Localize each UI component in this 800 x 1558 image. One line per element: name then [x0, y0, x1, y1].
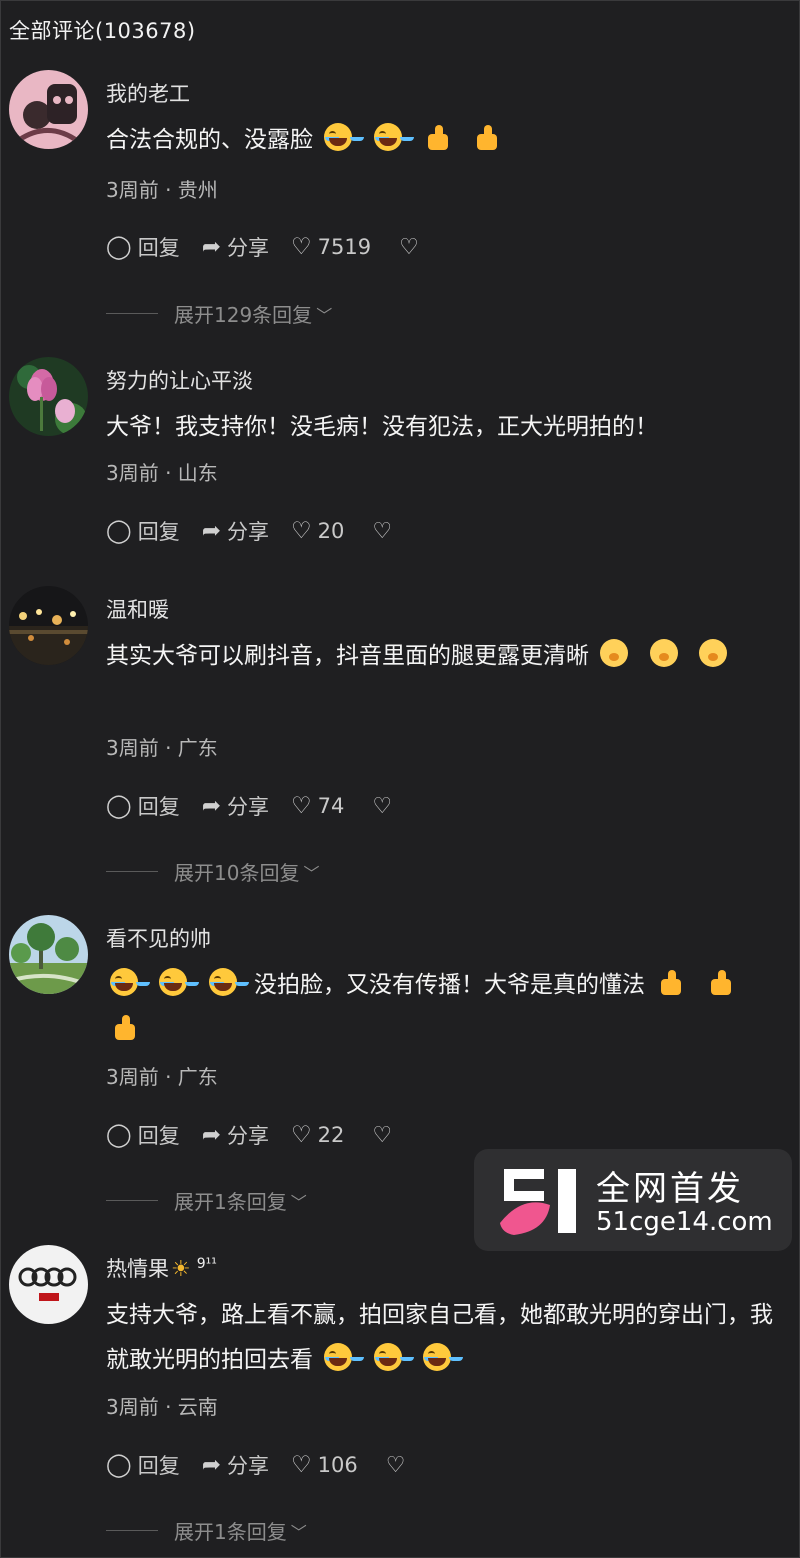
reply-button[interactable]: ◯ 回复 [106, 1120, 180, 1150]
heart-icon: ♡ [291, 518, 312, 544]
share-arrow-icon: ➦ [201, 234, 222, 260]
avatar[interactable] [9, 915, 88, 994]
reply-button[interactable]: ◯ 回复 [106, 516, 180, 546]
expand-replies[interactable]: 展开1条回复 ﹀ [106, 1516, 307, 1545]
expand-replies[interactable]: 展开10条回复 ﹀ [106, 857, 319, 886]
shy-face-emoji-icon [649, 639, 678, 667]
chevron-down-icon: ﹀ [290, 1522, 307, 1542]
comment-bubble-icon: ◯ [106, 793, 132, 819]
user-level-badge: 9¹¹ [196, 1256, 217, 1272]
comment-meta: 3周前 · 广东 [106, 736, 218, 760]
share-button[interactable]: ➦ 分享 [202, 791, 269, 821]
expand-replies[interactable]: 展开1条回复 ﹀ [106, 1186, 307, 1215]
thumbs-up-emoji-icon [423, 123, 451, 151]
share-button[interactable]: ➦ 分享 [202, 516, 269, 546]
reply-button[interactable]: ◯ 回复 [106, 232, 180, 262]
watermark-title: 全网首发 [596, 1169, 744, 1209]
share-arrow-icon: ➦ [201, 1122, 222, 1148]
share-button[interactable]: ➦ 分享 [202, 1120, 269, 1150]
share-arrow-icon: ➦ [201, 518, 222, 544]
comment-meta: 3周前 · 广东 [106, 1065, 218, 1089]
expand-replies[interactable]: 展开129条回复 ﹀ [106, 299, 332, 328]
broken-heart-icon[interactable]: ♡ [372, 1123, 392, 1148]
divider [106, 313, 158, 314]
comment-meta: 3周前 · 贵州 [106, 178, 218, 202]
reply-button[interactable]: ◯ 回复 [106, 1450, 180, 1480]
avatar[interactable] [9, 1245, 88, 1324]
site-logo-icon [500, 1169, 576, 1235]
comments-header: 全部评论(103678) [9, 19, 196, 43]
username[interactable]: 热情果☀ 9¹¹ [106, 1253, 217, 1283]
laughing-crying-emoji-icon [373, 1343, 402, 1371]
like-button[interactable]: ♡ 106 [291, 1452, 358, 1478]
username[interactable]: 温和暖 [106, 594, 169, 624]
comment-text: 其实大爷可以刷抖音，抖音里面的腿更露更清晰 [106, 634, 776, 679]
divider [106, 871, 158, 872]
broken-heart-icon[interactable]: ♡ [372, 794, 392, 819]
avatar[interactable] [9, 586, 88, 665]
watermark-url: 51cge14.com [596, 1207, 773, 1237]
heart-icon: ♡ [291, 1452, 312, 1478]
broken-heart-icon[interactable]: ♡ [399, 235, 419, 260]
comment-meta: 3周前 · 山东 [106, 461, 218, 485]
thumbs-up-emoji-icon [110, 1013, 138, 1041]
avatar[interactable] [9, 357, 88, 436]
comment-bubble-icon: ◯ [106, 1452, 132, 1478]
laughing-crying-emoji-icon [373, 123, 402, 151]
comment-actions: ◯ 回复 ➦ 分享 ♡ 106 ♡ [106, 1448, 405, 1482]
comment-bubble-icon: ◯ [106, 234, 132, 260]
broken-heart-icon[interactable]: ♡ [386, 1453, 406, 1478]
comment-text: 大爷！我支持你！没毛病！没有犯法，正大光明拍的！ [106, 414, 658, 440]
comments-panel: 全部评论(103678) 我的老工 合法合规的、没露脸 3周前 · 贵州 ◯ 回… [0, 0, 800, 1558]
comment-bubble-icon: ◯ [106, 518, 132, 544]
thumbs-up-emoji-icon [706, 968, 734, 996]
share-button[interactable]: ➦ 分享 [202, 1450, 269, 1480]
thumbs-up-emoji-icon [472, 123, 500, 151]
avatar[interactable] [9, 70, 88, 149]
chevron-down-icon: ﹀ [316, 305, 333, 325]
sun-icon: ☀ [171, 1257, 191, 1282]
laughing-crying-emoji-icon [324, 1343, 353, 1371]
username[interactable]: 我的老工 [106, 78, 190, 108]
share-button[interactable]: ➦ 分享 [202, 232, 269, 262]
reply-button[interactable]: ◯ 回复 [106, 791, 180, 821]
heart-icon: ♡ [291, 793, 312, 819]
comment-text: 没拍脸，又没有传播！大爷是真的懂法 [106, 963, 776, 1053]
comment-text: 支持大爷，路上看不赢，拍回家自己看，她都敢光明的穿出门，我就敢光明的拍回去看 [106, 1302, 773, 1373]
chevron-down-icon: ﹀ [303, 863, 320, 883]
thumbs-up-emoji-icon [656, 968, 684, 996]
shy-face-emoji-icon [600, 639, 629, 667]
divider [106, 1200, 158, 1201]
username[interactable]: 看不见的帅 [106, 923, 211, 953]
comment-actions: ◯ 回复 ➦ 分享 ♡ 20 ♡ [106, 514, 392, 548]
divider [106, 1530, 158, 1531]
like-button[interactable]: ♡ 74 [291, 793, 344, 819]
laughing-crying-emoji-icon [208, 968, 237, 996]
laughing-crying-emoji-icon [110, 968, 138, 996]
comment-actions: ◯ 回复 ➦ 分享 ♡ 22 ♡ [106, 1118, 392, 1152]
comment-actions: ◯ 回复 ➦ 分享 ♡ 74 ♡ [106, 789, 392, 823]
broken-heart-icon[interactable]: ♡ [372, 519, 392, 544]
share-arrow-icon: ➦ [201, 793, 222, 819]
shy-face-emoji-icon [698, 639, 727, 667]
like-button[interactable]: ♡ 22 [291, 1122, 344, 1148]
chevron-down-icon: ﹀ [290, 1192, 307, 1212]
laughing-crying-emoji-icon [159, 968, 188, 996]
comment-bubble-icon: ◯ [106, 1122, 132, 1148]
username[interactable]: 努力的让心平淡 [106, 365, 253, 395]
comment-actions: ◯ 回复 ➦ 分享 ♡ 7519 ♡ [106, 230, 419, 264]
like-button[interactable]: ♡ 7519 [291, 234, 371, 260]
laughing-crying-emoji-icon [324, 123, 353, 151]
like-button[interactable]: ♡ 20 [291, 518, 344, 544]
laughing-crying-emoji-icon [422, 1343, 451, 1371]
watermark-badge: 全网首发 51cge14.com [474, 1149, 792, 1251]
comment-meta: 3周前 · 云南 [106, 1395, 218, 1419]
share-arrow-icon: ➦ [201, 1452, 222, 1478]
heart-icon: ♡ [291, 1122, 312, 1148]
comment-text: 合法合规的、没露脸 [106, 118, 776, 163]
heart-icon: ♡ [291, 234, 312, 260]
